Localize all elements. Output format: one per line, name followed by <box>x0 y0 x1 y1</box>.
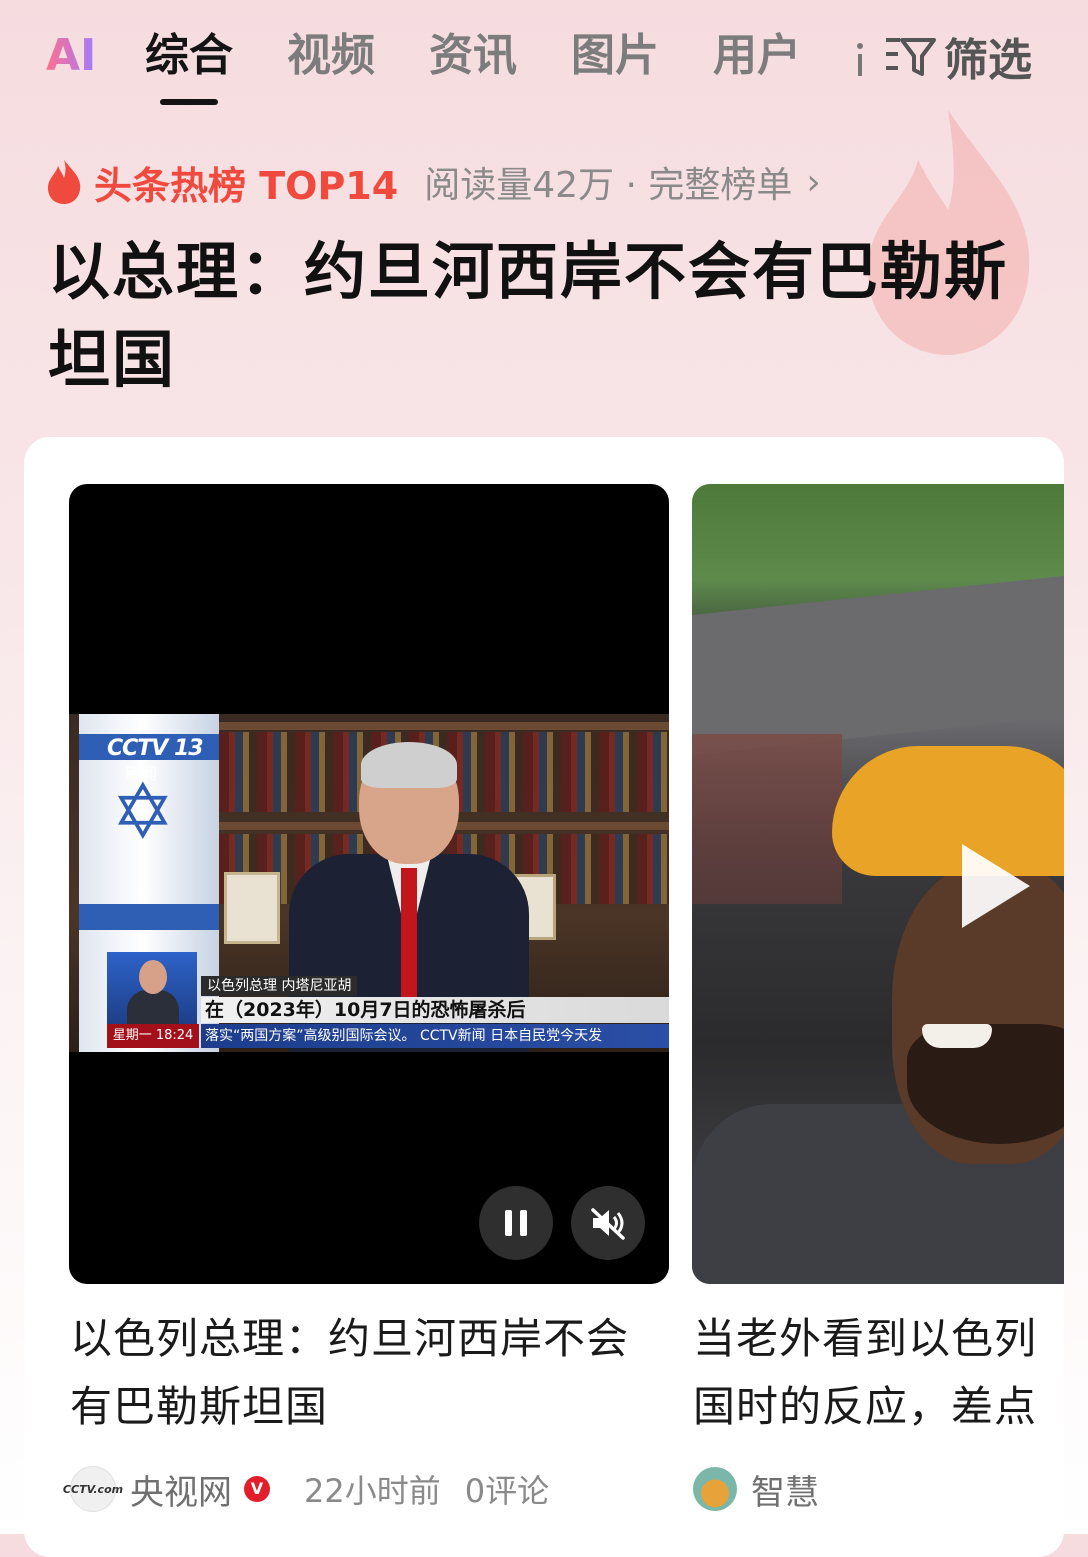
video-title-line: 国时的反应，差点 <box>693 1382 1038 1431</box>
hot-list-link[interactable]: 头条热榜 TOP14 阅读量42万 · 完整榜单 › <box>44 152 821 212</box>
tab-video[interactable]: 视频 <box>287 28 375 84</box>
pause-icon <box>505 1210 527 1236</box>
video-thumbnail[interactable] <box>692 484 1064 1284</box>
active-tab-indicator <box>160 99 218 105</box>
cctv-logo: CCTV 13 <box>107 736 204 761</box>
video-title[interactable]: 当老外看到以色列 国时的反应，差点 <box>693 1305 1064 1441</box>
source-avatar[interactable] <box>693 1467 737 1511</box>
pause-button[interactable] <box>479 1186 553 1260</box>
cctv-logo-sub: 新闻 <box>125 764 158 783</box>
video-carousel-card: ✡ CCTV 13 新闻 以色列总理 内塔尼亚胡 在（2023年）10月7日的恐… <box>24 437 1064 1557</box>
tab-news[interactable]: 资讯 <box>429 28 517 84</box>
topic-headline[interactable]: 以总理：约旦河西岸不会有巴勒斯坦国 <box>48 228 1038 404</box>
video-title-line: 当老外看到以色列 <box>693 1314 1038 1363</box>
verified-badge: V <box>244 1476 270 1502</box>
source-row: CCTV.com 央视网 V 22小时前 0评论 <box>63 1463 549 1515</box>
tab-comprehensive[interactable]: 综合 <box>145 28 233 84</box>
star-of-david-icon: ✡ <box>111 767 175 856</box>
publish-time: 22小时前 <box>304 1472 441 1510</box>
tab-users[interactable]: 用户 <box>713 28 801 84</box>
filter-label: 筛选 <box>944 35 1032 86</box>
hot-list-title: 头条热榜 TOP14 <box>94 163 399 208</box>
source-name[interactable]: 智慧 <box>751 1465 819 1514</box>
search-tab-bar: AI 综合 视频 资讯 图片 用户 筛选 <box>0 0 1088 112</box>
tv-time-bar: 星期一 18:24 <box>107 1024 199 1048</box>
hot-list-meta: 阅读量42万 · 完整榜单 <box>424 165 793 206</box>
chevron-right-icon: › <box>806 161 821 203</box>
source-avatar[interactable]: CCTV.com <box>63 1466 123 1512</box>
play-icon[interactable] <box>962 844 1030 928</box>
tv-caption-bar: 在（2023年）10月7日的恐怖屠杀后 <box>201 997 669 1023</box>
video-frame: ✡ CCTV 13 新闻 以色列总理 内塔尼亚胡 在（2023年）10月7日的恐… <box>69 714 669 1052</box>
framed-photo <box>224 872 280 944</box>
tv-scroll-bar: 落实“两国方案”高级别国际会议。 CCTV新闻 日本自民党今天发 <box>201 1024 669 1048</box>
source-name[interactable]: 央视网 <box>130 1465 232 1514</box>
tv-name-bar: 以色列总理 内塔尼亚胡 <box>201 976 358 996</box>
filter-icon <box>886 38 936 76</box>
speaker-muted-icon <box>591 1208 625 1240</box>
bookshelf <box>209 722 669 730</box>
video-player[interactable]: ✡ CCTV 13 新闻 以色列总理 内塔尼亚胡 在（2023年）10月7日的恐… <box>69 484 669 1284</box>
mute-button[interactable] <box>571 1186 645 1260</box>
tab-ai[interactable]: AI <box>46 28 96 84</box>
video-title[interactable]: 以色列总理：约旦河西岸不会有巴勒斯坦国 <box>70 1305 650 1441</box>
flame-icon <box>48 160 81 204</box>
more-tabs-icon <box>857 43 863 76</box>
tab-images[interactable]: 图片 <box>571 28 659 84</box>
sign-language-inset <box>107 952 197 1024</box>
filter-button[interactable]: 筛选 <box>884 28 1032 86</box>
comment-count[interactable]: 0评论 <box>465 1466 549 1512</box>
source-row: 智慧 <box>693 1463 1064 1515</box>
